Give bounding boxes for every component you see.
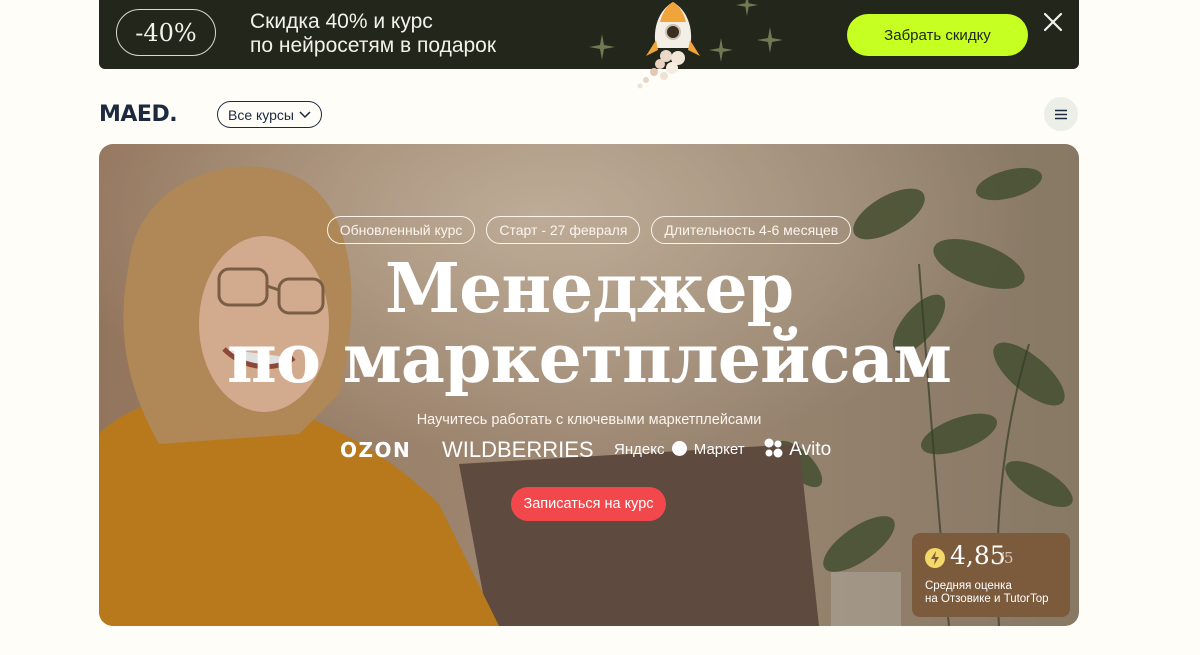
sparkle-icon bbox=[757, 27, 783, 53]
promo-line-1: Скидка 40% и курс bbox=[250, 10, 433, 33]
marketplace-logos: OZON WILDBERRIES Яндекс Маркет Avito bbox=[99, 437, 1079, 464]
rating-label-line-1: Средняя оценка bbox=[925, 580, 1012, 592]
logo[interactable]: MAED. bbox=[99, 103, 178, 127]
hero-title: Менеджер по маркетплейсам bbox=[99, 254, 1079, 394]
course-tags: Обновленный курс Старт - 27 февраля Длит… bbox=[99, 216, 1079, 244]
rating-value: 4,85 bbox=[950, 541, 1006, 570]
rating-label-line-2: на Отзовике и TutorTop bbox=[925, 593, 1049, 605]
yandex-label: Яндекс bbox=[614, 441, 665, 458]
rating-card: 4,85 /5 Средняя оценка на Отзовике и Tut… bbox=[912, 533, 1070, 617]
yandex-market-dot-icon bbox=[671, 441, 687, 456]
all-courses-button[interactable]: Все курсы bbox=[217, 101, 322, 128]
rating-max: /5 bbox=[999, 549, 1014, 567]
chevron-down-icon bbox=[299, 110, 311, 118]
tag-updated: Обновленный курс bbox=[326, 216, 476, 244]
hamburger-icon bbox=[1055, 109, 1067, 119]
market-label: Маркет bbox=[693, 441, 745, 458]
close-icon[interactable] bbox=[1041, 10, 1065, 34]
yandex-market-logo: Яндекс Маркет bbox=[614, 441, 745, 458]
promo-text: Скидка 40% и курс по нейросетям в подаро… bbox=[250, 10, 496, 58]
hero-section: Обновленный курс Старт - 27 февраля Длит… bbox=[99, 144, 1079, 626]
discount-badge: -40% bbox=[116, 9, 216, 56]
ozon-logo: OZON bbox=[340, 438, 412, 462]
tag-duration: Длительность 4-6 месяцев bbox=[651, 216, 852, 244]
promo-banner: -40% Скидка 40% и курс по нейросетям в п… bbox=[99, 0, 1079, 69]
wildberries-logo: WILDBERRIES bbox=[442, 437, 594, 462]
lightning-icon bbox=[925, 548, 945, 568]
avito-logo: Avito bbox=[763, 438, 831, 461]
sparkle-icon bbox=[589, 34, 615, 60]
rating-label: Средняя оценка на Отзовике и TutorTop bbox=[925, 580, 1065, 606]
hero-title-line-2: по маркетплейсам bbox=[227, 319, 952, 399]
all-courses-label: Все курсы bbox=[228, 106, 294, 123]
hero-subtitle: Научитесь работать с ключевыми маркетпле… bbox=[416, 412, 762, 428]
enroll-button[interactable]: Записаться на курс bbox=[511, 487, 666, 521]
tag-start-date: Старт - 27 февраля bbox=[486, 216, 641, 244]
promo-line-2: по нейросетям в подарок bbox=[250, 34, 497, 57]
rocket-icon bbox=[637, 2, 700, 89]
hero-title-line-1: Менеджер bbox=[384, 249, 794, 329]
avito-label: Avito bbox=[789, 439, 832, 460]
get-discount-button[interactable]: Забрать скидку bbox=[847, 14, 1028, 56]
sparkle-icon bbox=[736, 0, 758, 16]
avito-dots-icon bbox=[764, 438, 783, 458]
menu-button[interactable] bbox=[1044, 97, 1078, 131]
